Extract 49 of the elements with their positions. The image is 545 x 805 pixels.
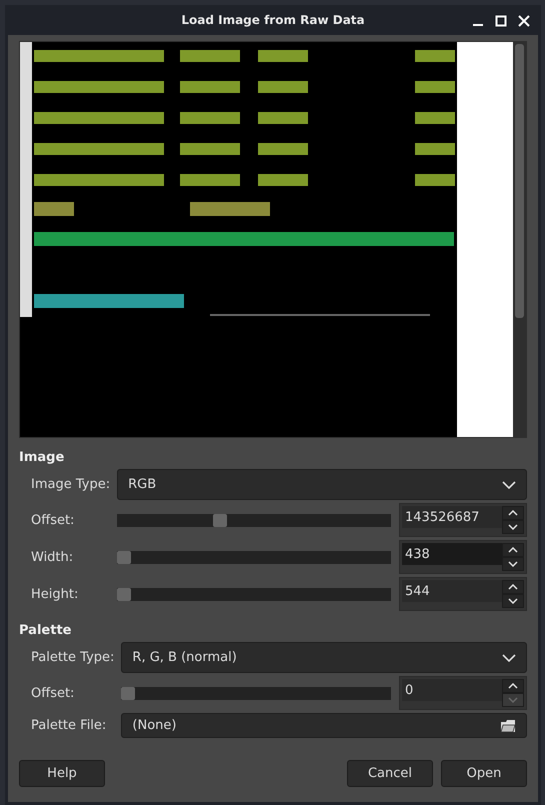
chevron-down-icon (508, 524, 518, 530)
slider-handle[interactable] (121, 686, 136, 700)
maximize-icon[interactable] (495, 15, 507, 27)
chevron-up-icon (508, 547, 518, 553)
number-field[interactable]: 143526687 (402, 506, 502, 528)
chevron-up-icon (508, 683, 518, 689)
slider[interactable] (117, 550, 391, 564)
increment-button[interactable] (502, 679, 524, 693)
slider-handle[interactable] (117, 588, 132, 600)
field-label: Offset: (31, 512, 76, 528)
close-icon[interactable] (518, 15, 530, 27)
field-label: Width: (31, 550, 74, 564)
slider[interactable] (121, 686, 391, 700)
decrement-button[interactable] (502, 594, 524, 608)
field-label: Palette File: (31, 718, 108, 733)
chevron-down-icon (508, 697, 518, 703)
window-title: Load Image from Raw Data (181, 13, 365, 27)
chevron-down-icon (502, 654, 516, 662)
slider[interactable] (117, 514, 391, 526)
section-heading: Image (19, 450, 66, 465)
dialog-button[interactable]: Open (441, 760, 527, 787)
scrollbar[interactable] (513, 42, 526, 437)
increment-button[interactable] (502, 580, 524, 594)
field-label: Palette Type: (31, 650, 114, 665)
file-chooser-button[interactable]: (None) (121, 713, 527, 738)
dialog-button[interactable]: Cancel (347, 760, 433, 787)
chevron-down-icon (502, 480, 516, 488)
section-heading: Palette (19, 623, 72, 638)
decrement-button[interactable] (502, 557, 524, 571)
slider-handle[interactable] (117, 550, 132, 564)
palette-type-dropdown[interactable]: R, G, B (normal) (121, 642, 527, 673)
decrement-button[interactable] (502, 520, 524, 534)
field-label: Height: (31, 586, 80, 602)
increment-button[interactable] (502, 543, 524, 557)
slider[interactable] (117, 588, 391, 600)
chevron-up-icon (508, 584, 518, 590)
number-field[interactable]: 0 (402, 679, 502, 701)
slider-handle[interactable] (213, 514, 228, 526)
chevron-down-icon (508, 561, 518, 567)
chevron-up-icon (508, 510, 518, 516)
image-type-dropdown[interactable]: RGB (117, 469, 527, 500)
number-field[interactable]: 544 (402, 580, 502, 602)
field-label: Image Type: (31, 477, 110, 492)
chevron-down-icon (508, 598, 518, 604)
dialog-button[interactable]: Help (19, 760, 105, 787)
number-field[interactable]: 438 (402, 543, 502, 565)
increment-button[interactable] (502, 506, 524, 520)
field-label: Offset: (31, 686, 76, 700)
folder-icon (500, 718, 516, 733)
